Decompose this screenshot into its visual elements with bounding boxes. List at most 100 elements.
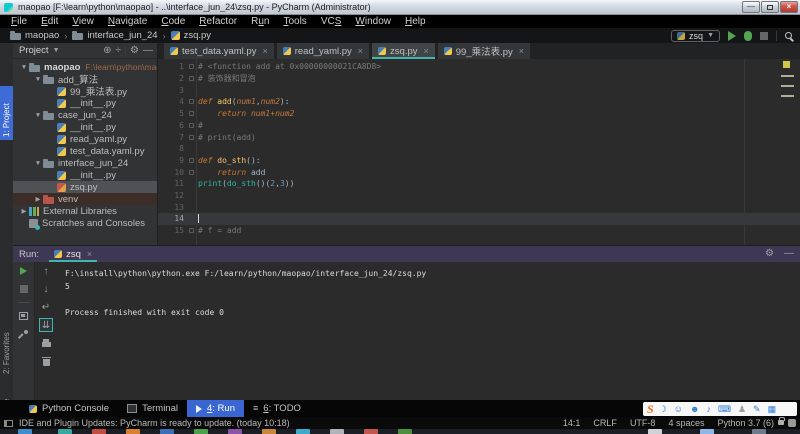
editor-line[interactable]: 4def add(num1,num2): (158, 96, 800, 108)
chevron-down-icon[interactable]: ▼ (19, 64, 29, 71)
run-button[interactable] (728, 31, 736, 41)
menu-item-refactor[interactable]: Refactor (192, 15, 244, 28)
fold-column[interactable] (184, 123, 198, 128)
run-tab[interactable]: zsq × (49, 246, 97, 262)
toolbox-icon[interactable]: ▦ (768, 405, 777, 414)
tree-item-init-py[interactable]: __init__.py (13, 121, 157, 133)
code-editor[interactable]: 1# <function add at 0x00000000021CA8D8>2… (158, 59, 800, 245)
indent-widget[interactable]: 4 spaces (668, 418, 704, 428)
fold-marker-icon[interactable] (189, 135, 194, 140)
chevron-right-icon[interactable]: ▶ (33, 195, 43, 203)
fold-marker-icon[interactable] (189, 158, 194, 163)
shape-mode-icon[interactable]: ☺ (674, 405, 683, 414)
sogou-logo-icon[interactable]: S (647, 403, 654, 415)
menu-item-help[interactable]: Help (398, 15, 433, 28)
fold-marker-icon[interactable] (189, 228, 194, 233)
debug-button[interactable] (744, 31, 752, 41)
taskbar-app-button[interactable] (700, 429, 714, 434)
taskbar-app-button[interactable] (364, 429, 378, 434)
menu-item-file[interactable]: File (4, 15, 34, 28)
tab-zsq-py[interactable]: zsq.py× (372, 43, 435, 59)
locate-file-icon[interactable]: ⊕ (103, 46, 111, 56)
tree-item-test-data-yaml-py[interactable]: test_data.yaml.py (13, 145, 157, 157)
taskbar-app-button[interactable] (296, 429, 310, 434)
collapse-all-icon[interactable]: ÷ (116, 46, 122, 56)
close-icon[interactable]: × (262, 46, 267, 56)
close-icon[interactable]: × (87, 249, 92, 259)
menu-item-window[interactable]: Window (348, 15, 398, 28)
tab-read-yaml-py[interactable]: read_yaml.py× (277, 43, 369, 59)
ime-toolbar[interactable]: S ☽☺☻♪⌨♟✎▦ (643, 402, 797, 416)
tree-item-zsq-py[interactable]: zsq.py (13, 181, 157, 193)
menu-item-edit[interactable]: Edit (34, 15, 65, 28)
stop-button[interactable] (760, 32, 768, 40)
close-icon[interactable]: × (519, 46, 524, 56)
menu-item-run[interactable]: Run (244, 15, 276, 28)
console-output[interactable]: F:\install\python\python.exe F:/learn/py… (57, 262, 800, 400)
fold-marker-icon[interactable] (189, 111, 194, 116)
inspection-profile-icon[interactable] (788, 419, 796, 427)
taskbar-app-button[interactable] (18, 429, 32, 434)
tree-item-scratches-and-consoles[interactable]: Scratches and Consoles (13, 217, 157, 229)
soft-keyboard-icon[interactable]: ⌨ (718, 405, 731, 414)
menu-item-view[interactable]: View (65, 15, 101, 28)
toolwindow-button-terminal[interactable]: Terminal (118, 400, 187, 417)
skin-icon[interactable]: ✎ (753, 405, 761, 414)
gear-icon[interactable]: ⚙ (130, 46, 139, 56)
toolwindow-button-4-run[interactable]: 4: Run (187, 400, 244, 417)
editor-line[interactable]: 11print(do_sth()(2,3)) (158, 178, 800, 190)
editor-line[interactable]: 3 (158, 84, 800, 96)
editor-line[interactable]: 13 (158, 201, 800, 213)
taskbar-app-button[interactable] (398, 429, 412, 434)
close-icon[interactable]: × (424, 46, 429, 56)
stripe-project-tab[interactable]: 1: Project (0, 86, 13, 140)
menu-item-vcs[interactable]: VCS (314, 15, 349, 28)
run-configuration-select[interactable]: zsq ▼ (671, 30, 720, 42)
scroll-to-end-icon[interactable]: ⇊ (35, 316, 57, 334)
fold-column[interactable] (184, 135, 198, 140)
user-icon[interactable]: ♟ (738, 405, 746, 414)
input-mode-icon[interactable]: ☽ (659, 405, 667, 414)
tree-item-case-jun-24[interactable]: ▼case_jun_24 (13, 109, 157, 121)
breadcrumb-item-interface-jun-24[interactable]: interface_jun_24 (72, 30, 157, 41)
encoding-widget[interactable]: UTF-8 (630, 418, 656, 428)
status-message[interactable]: IDE and Plugin Updates: PyCharm is ready… (19, 418, 290, 428)
tab-test-data-yaml-py[interactable]: test_data.yaml.py× (164, 43, 274, 59)
editor-line[interactable]: 8 (158, 143, 800, 155)
editor-line[interactable]: 10 return add (158, 166, 800, 178)
editor-line[interactable]: 9def do_sth(): (158, 155, 800, 167)
taskbar-app-button[interactable] (330, 429, 344, 434)
editor-line[interactable]: 15# f = add (158, 225, 800, 237)
pin-tab-icon[interactable] (13, 325, 34, 343)
scrollbar-mark[interactable] (781, 85, 794, 87)
chevron-down-icon[interactable]: ▼ (33, 112, 43, 119)
editor-line[interactable]: 7# print(add) (158, 131, 800, 143)
minimize-button[interactable]: — (742, 1, 760, 13)
toolwindow-button-6-todo[interactable]: ≡6: TODO (244, 400, 310, 417)
fold-column[interactable] (184, 64, 198, 69)
chevron-down-icon[interactable]: ▼ (33, 160, 43, 167)
hide-panel-icon[interactable]: — (143, 46, 153, 56)
tree-item-venv[interactable]: ▶venv (13, 193, 157, 205)
line-ending-widget[interactable]: CRLF (593, 418, 617, 428)
editor-line[interactable]: 5 return num1+num2 (158, 108, 800, 120)
editor-line[interactable]: 6# (158, 120, 800, 132)
taskbar-app-button[interactable] (160, 429, 174, 434)
tab-99-py[interactable]: 99_乘法表.py× (438, 43, 530, 59)
toolwindow-button-python-console[interactable]: Python Console (20, 400, 118, 417)
fold-marker-icon[interactable] (189, 76, 194, 81)
fold-column[interactable] (184, 158, 198, 163)
close-button[interactable]: × (780, 1, 798, 13)
fold-marker-icon[interactable] (189, 170, 194, 175)
chevron-right-icon[interactable]: ▶ (19, 207, 29, 215)
menu-item-code[interactable]: Code (154, 15, 192, 28)
taskbar-app-button[interactable] (648, 429, 662, 434)
editor-line[interactable]: 2# 装饰器和冒泡 (158, 73, 800, 85)
taskbar-app-button[interactable] (92, 429, 106, 434)
fold-column[interactable] (184, 170, 198, 175)
menu-item-tools[interactable]: Tools (276, 15, 313, 28)
tree-item-read-yaml-py[interactable]: read_yaml.py (13, 133, 157, 145)
inspection-indicator[interactable] (783, 61, 790, 68)
tree-item-init-py[interactable]: __init__.py (13, 97, 157, 109)
print-icon[interactable] (35, 334, 57, 352)
